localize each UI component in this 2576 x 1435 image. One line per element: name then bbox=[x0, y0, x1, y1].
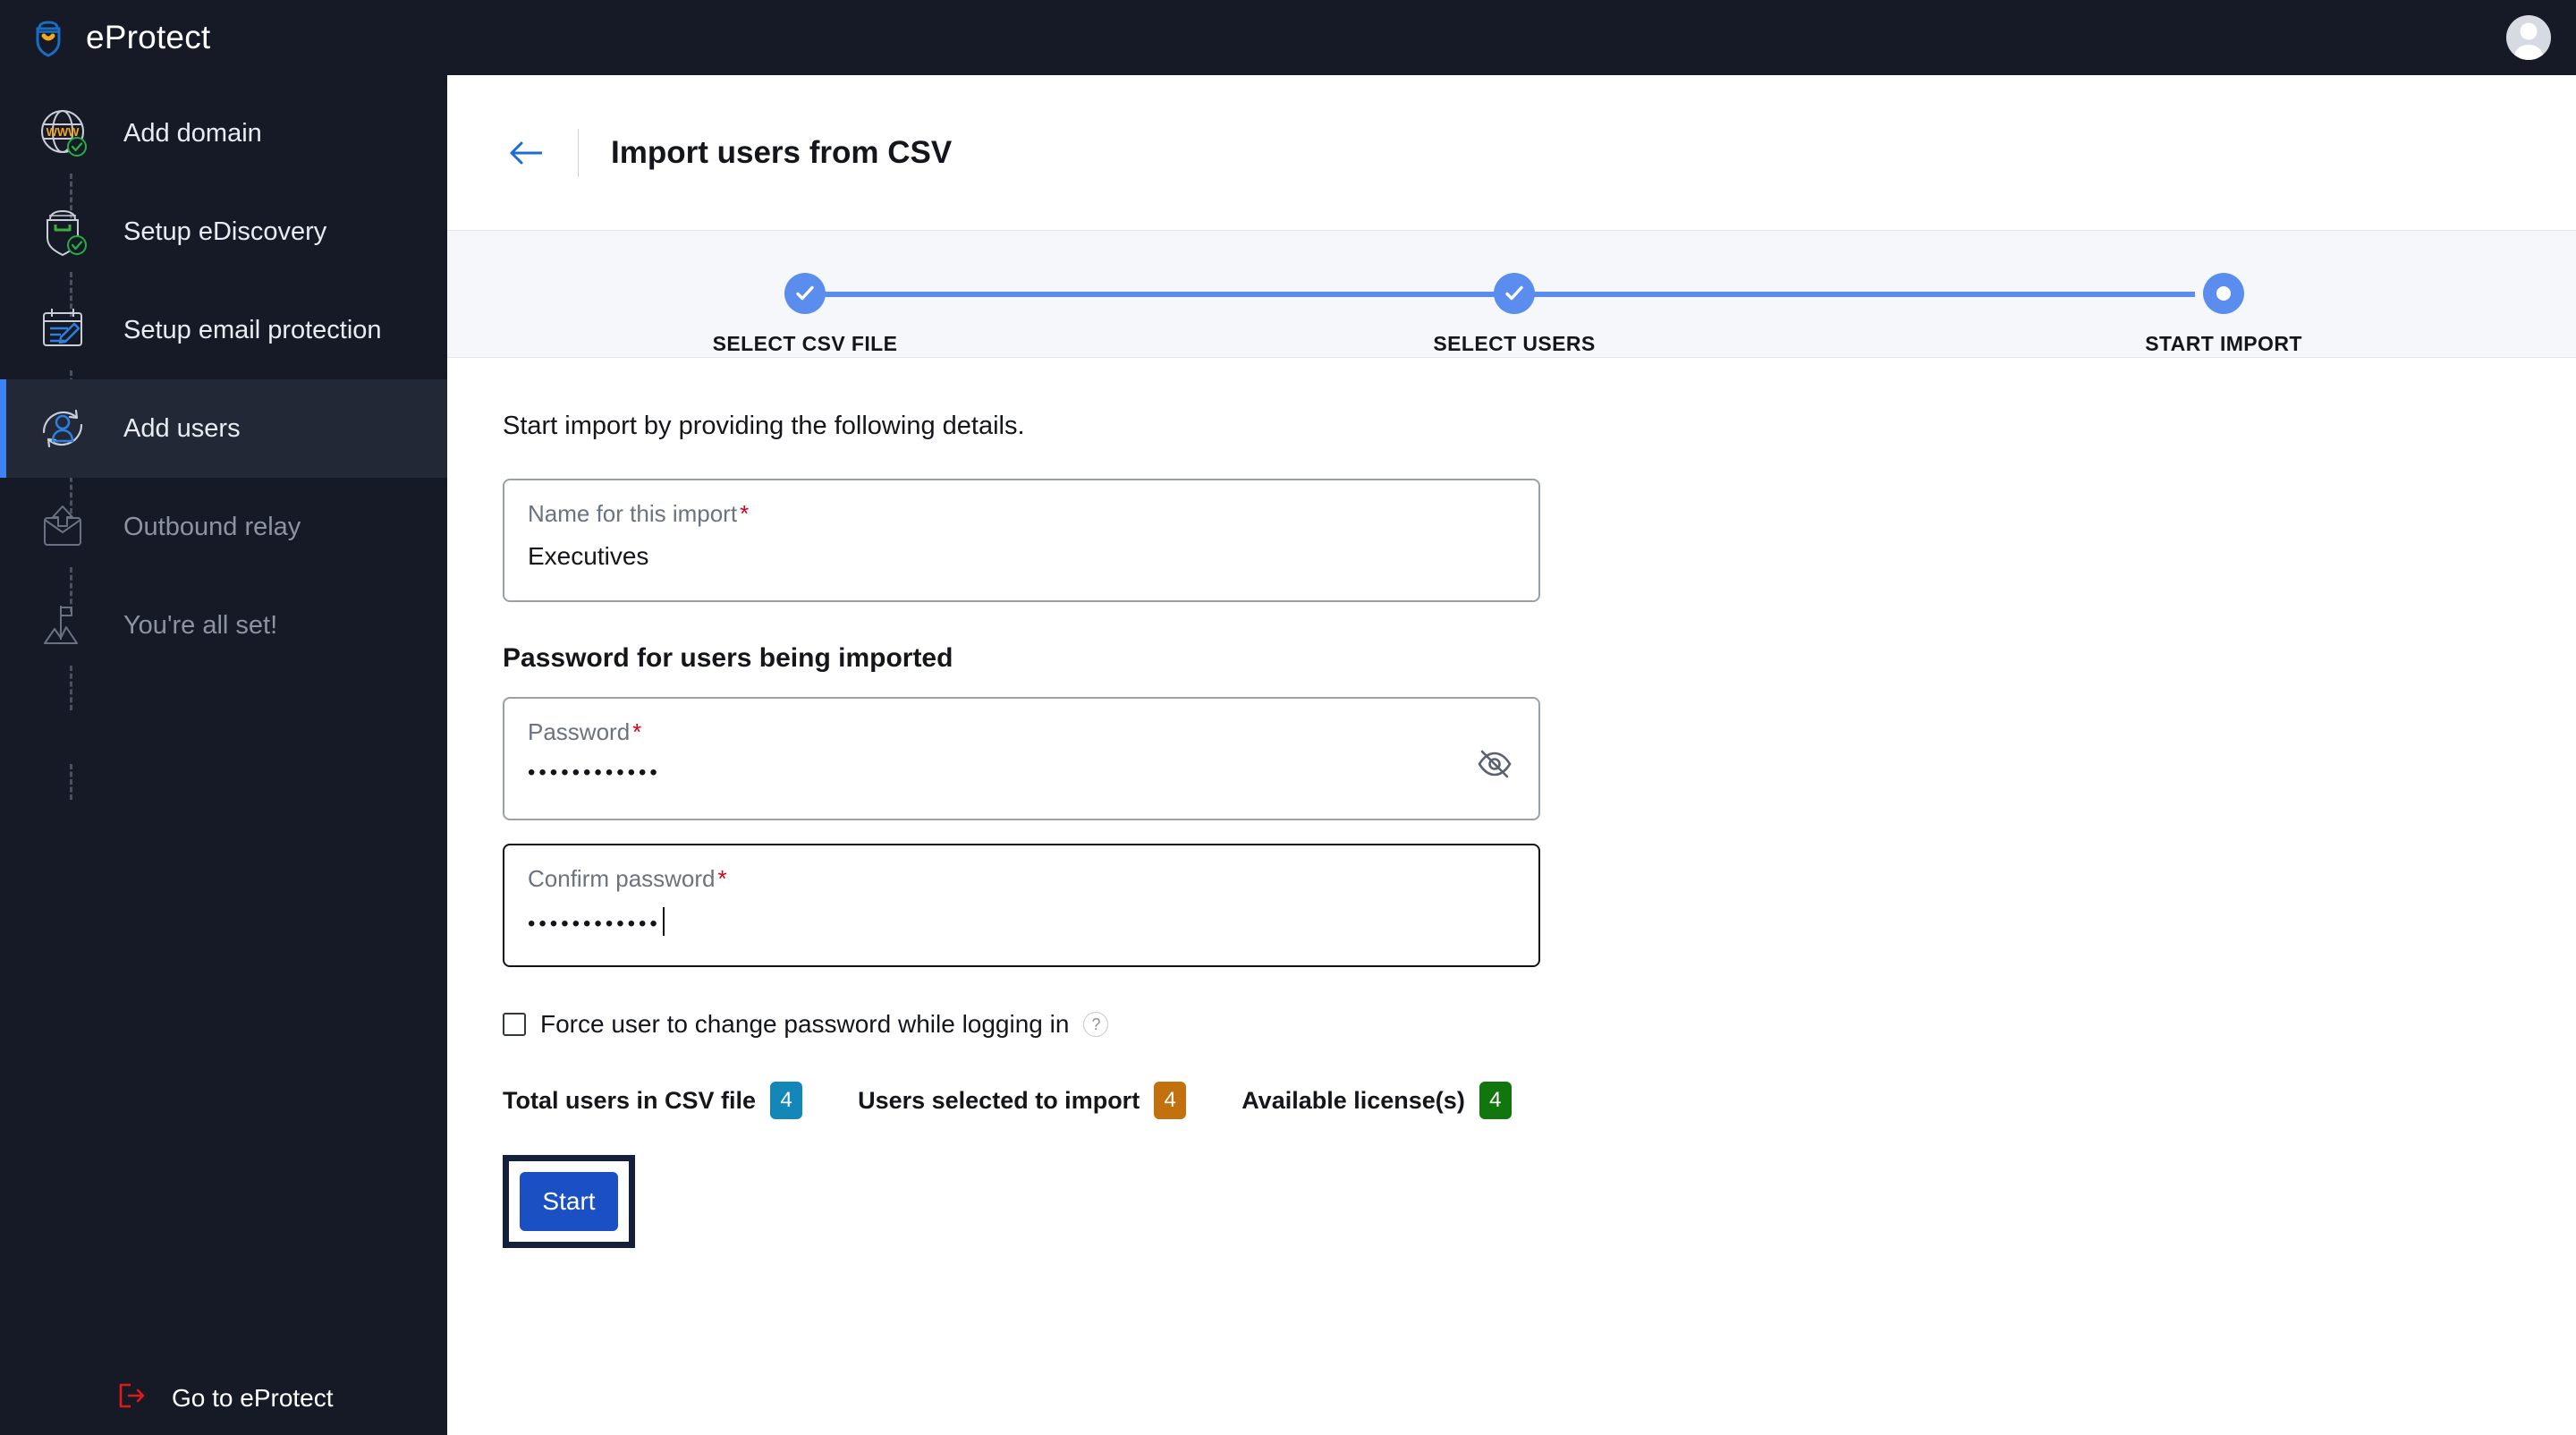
go-to-eprotect-link[interactable]: Go to eProtect bbox=[0, 1380, 447, 1415]
sidebar-item-setup-email-protection[interactable]: Setup email protection bbox=[0, 281, 447, 379]
required-asterisk: * bbox=[717, 865, 727, 892]
stepper-step-select-csv-file[interactable]: SELECT CSV FILE bbox=[626, 231, 984, 356]
sidebar-item-label: Setup eDiscovery bbox=[123, 217, 327, 246]
stat-badge: 4 bbox=[770, 1082, 803, 1119]
sidebar-item-outbound-relay[interactable]: Outbound relay bbox=[0, 478, 447, 576]
envelope-up-icon bbox=[34, 497, 95, 557]
sidebar-nav: WWW Add domain Setup eDiscovery Setup em… bbox=[0, 75, 447, 800]
user-sync-icon bbox=[34, 398, 95, 459]
page-header: Import users from CSV bbox=[447, 75, 2576, 231]
sidebar: WWW Add domain Setup eDiscovery Setup em… bbox=[0, 75, 447, 1435]
top-bar: eProtect bbox=[0, 0, 2576, 75]
password-field[interactable]: Password * •••••••••••• bbox=[503, 697, 1540, 820]
confirm-password-label: Confirm password * bbox=[528, 865, 727, 892]
form-lead-text: Start import by providing the following … bbox=[503, 412, 1025, 440]
stat-badge: 4 bbox=[1154, 1082, 1187, 1119]
stepper-step-select-users[interactable]: SELECT USERS bbox=[1335, 231, 1693, 356]
confirm-password-value: •••••••••••• bbox=[528, 907, 1515, 937]
password-value: •••••••••••• bbox=[528, 760, 661, 785]
arrow-left-icon bbox=[510, 141, 542, 164]
header-divider bbox=[578, 128, 579, 177]
go-to-eprotect-label: Go to eProtect bbox=[172, 1383, 334, 1412]
sidebar-item-label: Setup email protection bbox=[123, 315, 382, 344]
back-button[interactable] bbox=[503, 129, 551, 177]
stat-users-selected-to-import: Users selected to import 4 bbox=[858, 1082, 1187, 1119]
stepper-step-label: SELECT USERS bbox=[1433, 332, 1596, 355]
brand-name: eProtect bbox=[86, 19, 211, 55]
page-title: Import users from CSV bbox=[611, 134, 953, 170]
sidebar-item-label: Outbound relay bbox=[123, 512, 301, 541]
sidebar-item-label: Add domain bbox=[123, 118, 262, 148]
import-name-value: Executives bbox=[528, 542, 649, 570]
mountain-flag-icon bbox=[34, 595, 95, 656]
help-icon[interactable]: ? bbox=[1083, 1012, 1109, 1037]
password-label: Password * bbox=[528, 718, 642, 745]
sidebar-item-add-users[interactable]: Add users bbox=[0, 379, 447, 478]
force-change-password-label: Force user to change password while logg… bbox=[540, 1010, 1070, 1038]
force-change-password-row[interactable]: Force user to change password while logg… bbox=[503, 1010, 2576, 1039]
stat-label: Users selected to import bbox=[858, 1086, 1140, 1114]
text-caret bbox=[662, 907, 665, 936]
import-name-label: Name for this import * bbox=[528, 500, 750, 527]
start-button-highlight: Start bbox=[503, 1155, 635, 1248]
step-current-icon bbox=[2203, 273, 2244, 314]
stat-label: Total users in CSV file bbox=[503, 1086, 757, 1114]
sidebar-item-setup-ediscovery[interactable]: Setup eDiscovery bbox=[0, 183, 447, 281]
stepper-step-label: SELECT CSV FILE bbox=[712, 332, 898, 355]
eye-off-icon[interactable] bbox=[1474, 743, 1515, 785]
step-complete-icon bbox=[784, 273, 826, 314]
brand[interactable]: eProtect bbox=[27, 16, 210, 59]
required-asterisk: * bbox=[740, 500, 750, 527]
confirm-password-field[interactable]: Confirm password * •••••••••••• bbox=[503, 844, 1540, 967]
import-stats: Total users in CSV file 4 Users selected… bbox=[503, 1082, 2576, 1119]
sidebar-item-add-domain[interactable]: WWW Add domain bbox=[0, 84, 447, 183]
avatar[interactable] bbox=[2506, 15, 2551, 60]
svg-text:WWW: WWW bbox=[47, 125, 80, 139]
form-pencil-icon bbox=[34, 300, 95, 361]
stepper-step-start-import[interactable]: START IMPORT bbox=[2045, 231, 2402, 356]
main-content: Import users from CSV SELECT CSV FILE SE… bbox=[447, 75, 2576, 1435]
user-avatar-icon bbox=[2513, 22, 2544, 60]
required-asterisk: * bbox=[632, 718, 642, 745]
sidebar-item-label: You're all set! bbox=[123, 610, 278, 640]
logout-icon bbox=[116, 1380, 147, 1415]
globe-www-check-icon: WWW bbox=[34, 103, 95, 164]
stat-available-licenses: Available license(s) 4 bbox=[1241, 1082, 1512, 1119]
shield-check-icon bbox=[34, 201, 95, 262]
sidebar-item-youre-all-set[interactable]: You're all set! bbox=[0, 576, 447, 675]
stat-badge: 4 bbox=[1479, 1082, 1512, 1119]
stepper: SELECT CSV FILE SELECT USERS START IMPOR… bbox=[447, 231, 2576, 358]
sidebar-item-label: Add users bbox=[123, 413, 241, 443]
import-form: Start import by providing the following … bbox=[447, 358, 2576, 1248]
stat-label: Available license(s) bbox=[1241, 1086, 1465, 1114]
force-change-password-checkbox[interactable] bbox=[503, 1013, 526, 1036]
stepper-step-label: START IMPORT bbox=[2145, 332, 2302, 355]
start-button[interactable]: Start bbox=[520, 1172, 618, 1231]
import-name-field[interactable]: Name for this import * Executives bbox=[503, 479, 1540, 602]
step-complete-icon bbox=[1494, 273, 1535, 314]
password-section-title: Password for users being imported bbox=[503, 643, 953, 673]
shield-smile-logo-icon bbox=[27, 16, 70, 59]
stat-total-users-in-csv: Total users in CSV file 4 bbox=[503, 1082, 803, 1119]
